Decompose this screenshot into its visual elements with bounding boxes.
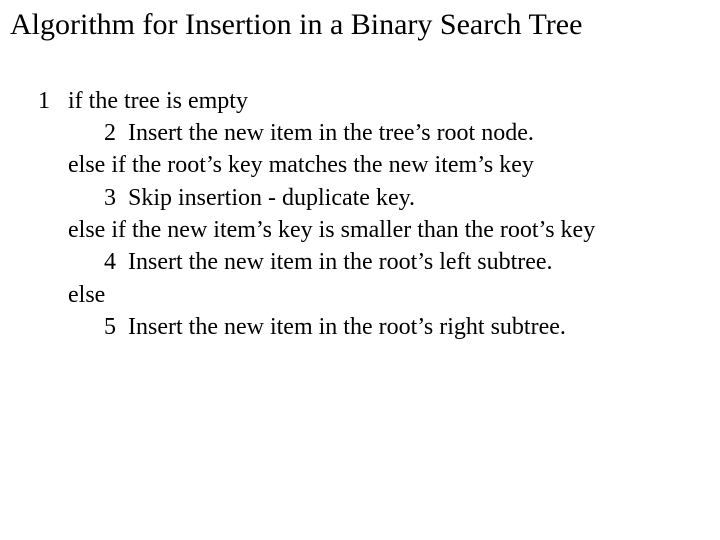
slide-title: Algorithm for Insertion in a Binary Sear… <box>10 8 710 43</box>
algorithm-body: 1 if the tree is empty 2 Insert the new … <box>10 85 710 344</box>
algo-line: 3 Skip insertion - duplicate key. <box>38 182 710 214</box>
algo-line: 1 if the tree is empty <box>38 85 710 117</box>
algo-line: else if the root’s key matches the new i… <box>38 149 710 181</box>
algo-line: else <box>38 279 710 311</box>
slide: Algorithm for Insertion in a Binary Sear… <box>0 0 720 540</box>
algo-line: 2 Insert the new item in the tree’s root… <box>38 117 710 149</box>
algo-line: 4 Insert the new item in the root’s left… <box>38 246 710 278</box>
algo-line: else if the new item’s key is smaller th… <box>38 214 710 246</box>
algo-line: 5 Insert the new item in the root’s righ… <box>38 311 710 343</box>
